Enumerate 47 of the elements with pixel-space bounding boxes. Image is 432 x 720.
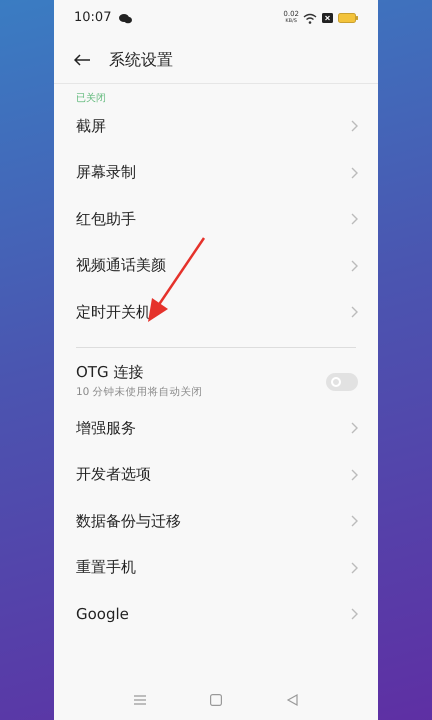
- settings-item[interactable]: Google: [54, 591, 378, 638]
- item-label: 数据备份与迁移: [76, 512, 182, 531]
- settings-item[interactable]: 视频通话美颜: [54, 242, 378, 289]
- chevron-right-icon: [351, 422, 358, 434]
- toggle-switch[interactable]: [326, 372, 358, 391]
- chevron-right-icon: [351, 260, 358, 272]
- settings-item[interactable]: 截屏: [54, 103, 378, 150]
- status-value: 已关闭: [76, 93, 106, 103]
- chevron-right-icon: [351, 468, 358, 481]
- chevron-right-icon: [351, 306, 358, 318]
- settings-item[interactable]: OTG 连接 10 分钟未使用将自动关闭: [54, 358, 378, 405]
- back-nav-button[interactable]: [286, 694, 298, 706]
- settings-item[interactable]: 重置手机: [54, 544, 378, 591]
- battery-icon: [338, 13, 358, 23]
- settings-item[interactable]: 开发者选项: [54, 452, 378, 498]
- item-label: OTG 连接: [76, 363, 144, 383]
- menu-button[interactable]: [134, 695, 146, 705]
- item-label: 重置手机: [76, 558, 137, 578]
- item-label: 视频通话美颜: [76, 256, 167, 276]
- page-title: 系统设置: [109, 48, 173, 70]
- settings-item[interactable]: 屏幕录制: [54, 150, 378, 196]
- back-button[interactable]: [74, 54, 91, 66]
- home-button[interactable]: [210, 694, 222, 706]
- item-label: 截屏: [76, 116, 107, 136]
- item-label: Google: [76, 604, 130, 624]
- chevron-right-icon: [351, 166, 358, 179]
- settings-item[interactable]: 增强服务: [54, 405, 378, 452]
- chat-icon: [119, 12, 132, 24]
- item-subtitle: 10 分钟未使用将自动关闭: [76, 384, 204, 400]
- chevron-right-icon: [351, 515, 358, 528]
- wifi-icon: [303, 12, 317, 24]
- item-label: 红包助手: [76, 210, 137, 229]
- status-time: 10:07: [74, 9, 112, 28]
- item-label: 屏幕录制: [76, 163, 137, 182]
- square-icon: [210, 694, 222, 706]
- menu-icon: [134, 695, 146, 705]
- chevron-right-icon: [351, 120, 358, 132]
- chevron-right-icon: [351, 213, 358, 226]
- chevron-right-icon: [351, 608, 358, 620]
- back-arrow-icon: [74, 54, 91, 66]
- settings-item[interactable]: 数据备份与迁移: [54, 498, 378, 544]
- triangle-back-icon: [286, 694, 298, 706]
- settings-item[interactable]: 红包助手: [54, 196, 378, 242]
- sim-card-icon: [322, 13, 333, 23]
- item-label: 开发者选项: [76, 465, 152, 484]
- item-label: 增强服务: [76, 418, 137, 438]
- chevron-right-icon: [351, 562, 358, 574]
